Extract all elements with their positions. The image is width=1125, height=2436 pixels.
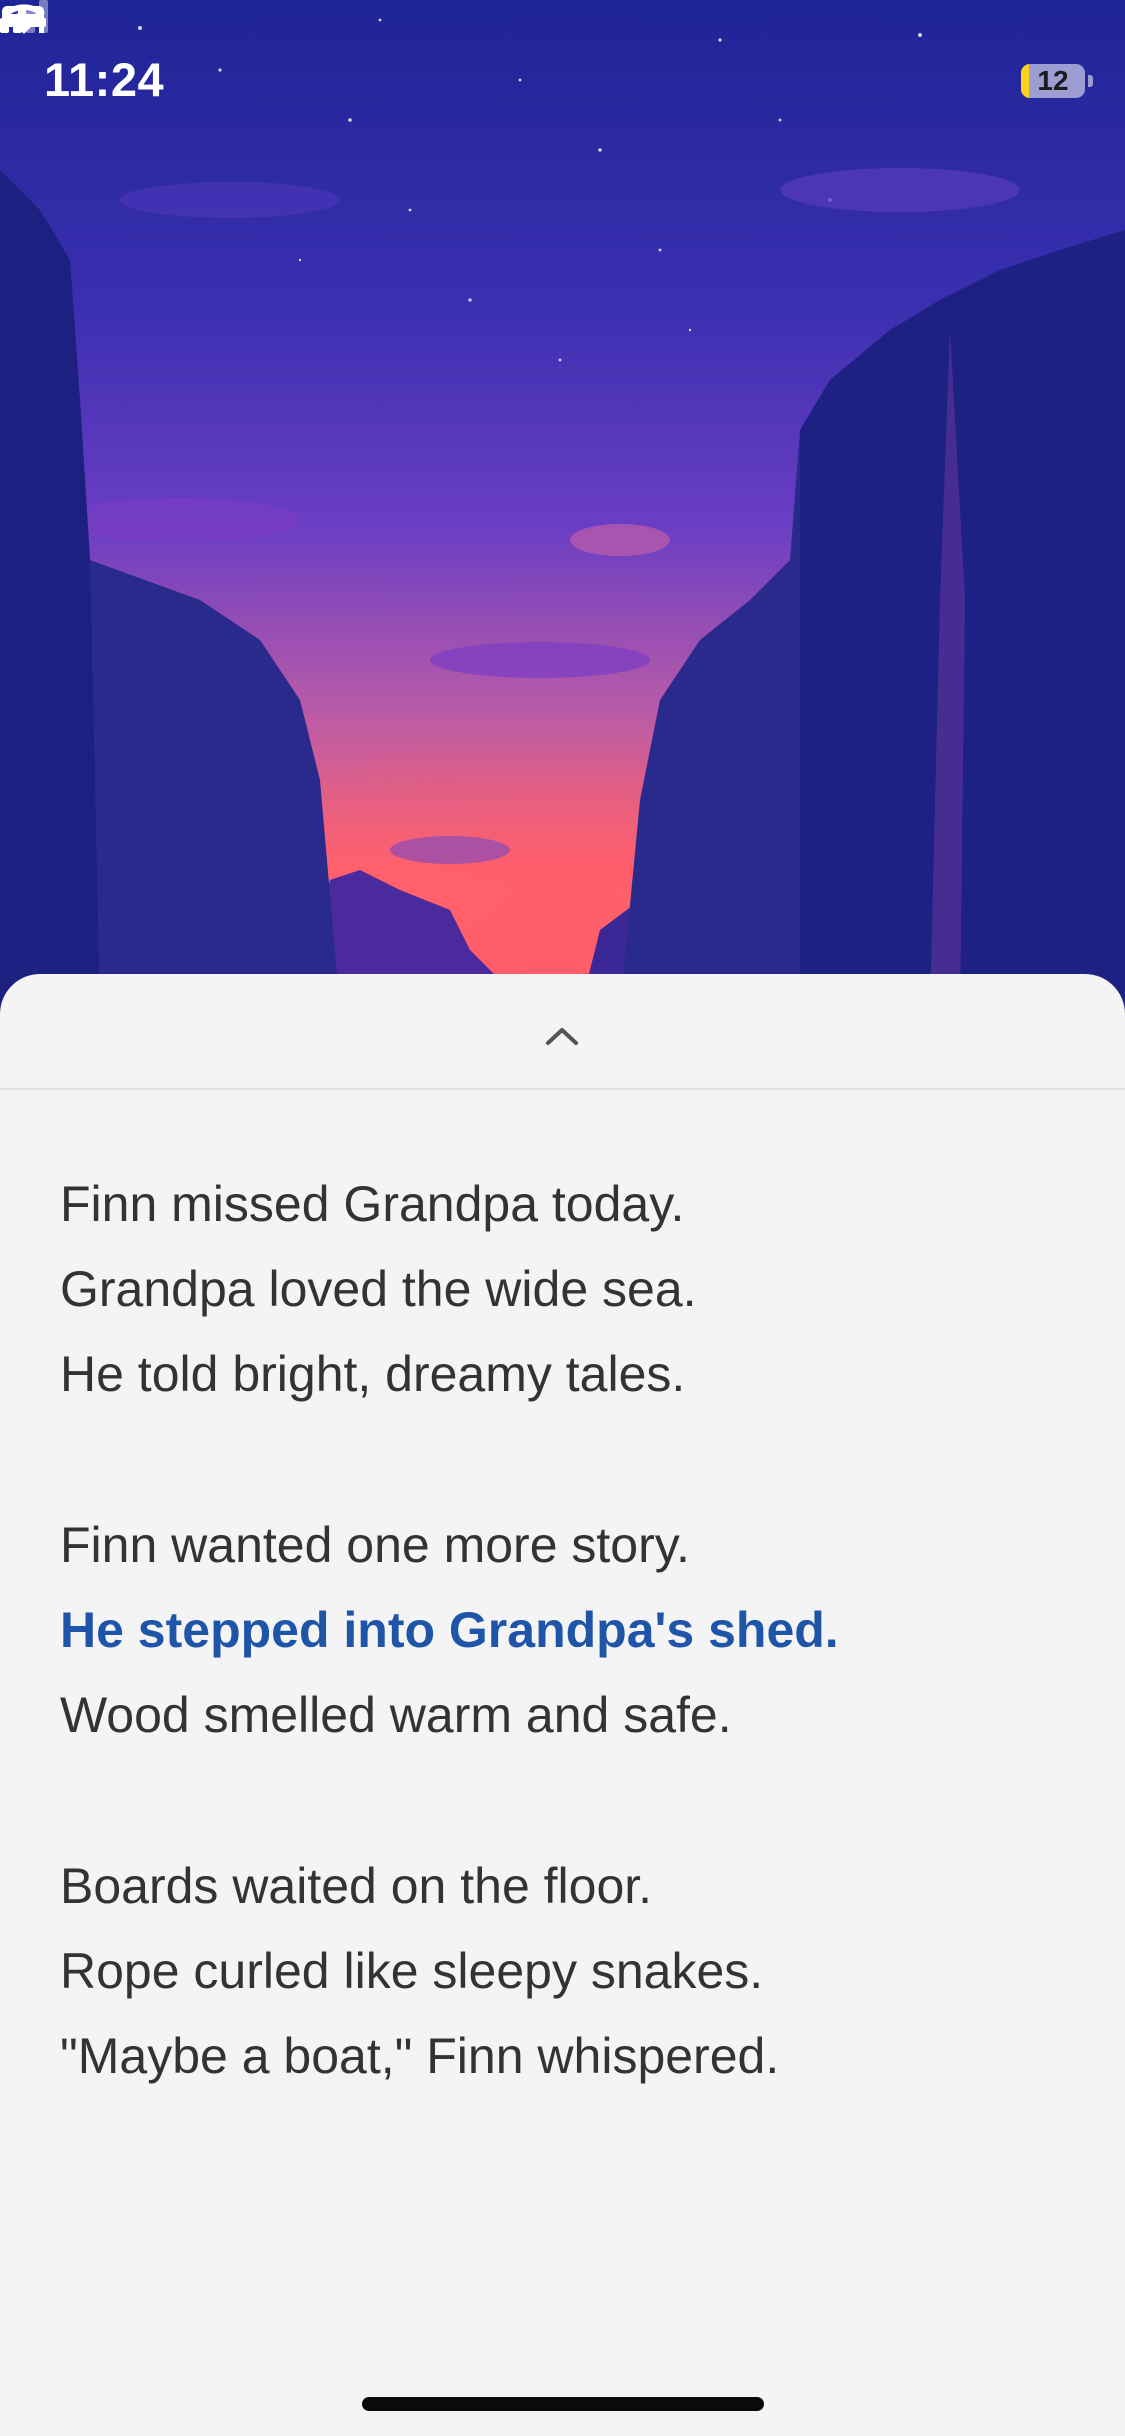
canyon-illustration: [0, 18, 1125, 1010]
story-illustration: 11:24 12: [0, 0, 1125, 1010]
home-indicator[interactable]: [362, 2397, 764, 2411]
story-text-sheet[interactable]: Finn missed Grandpa today. Grandpa loved…: [0, 974, 1125, 2436]
expand-sheet-button[interactable]: [532, 1016, 592, 1056]
sheet-divider: [0, 1088, 1125, 1090]
wifi-icon: [3, 4, 45, 34]
battery-nub: [1088, 75, 1093, 87]
battery-icon: 12: [1021, 64, 1085, 98]
story-line: He told bright, dreamy tales.: [60, 1346, 686, 1402]
story-screen: 11:24 12 Finn missed Grandpa today. Gran…: [0, 0, 1125, 2436]
status-bar: 11:24 12: [0, 0, 1125, 150]
status-time: 11:24: [44, 53, 165, 106]
story-line-current: He stepped into Grandpa's shed.: [60, 1602, 839, 1658]
battery-level-text: 12: [1037, 65, 1069, 96]
story-line: Finn wanted one more story.: [60, 1517, 690, 1573]
story-line: Wood smelled warm and safe.: [60, 1687, 732, 1743]
stanza: Boards waited on the floor. Rope curled …: [60, 1844, 1060, 2099]
stanza: Finn wanted one more story. He stepped i…: [60, 1503, 1060, 1758]
story-line: Boards waited on the floor.: [60, 1858, 653, 1914]
stanza: Finn missed Grandpa today. Grandpa loved…: [60, 1162, 1060, 1417]
story-line: Rope curled like sleepy snakes.: [60, 1943, 764, 1999]
story-line: Grandpa loved the wide sea.: [60, 1261, 697, 1317]
chevron-up-icon: [546, 1028, 578, 1045]
story-line: "Maybe a boat," Finn whispered.: [60, 2028, 780, 2084]
story-text: Finn missed Grandpa today. Grandpa loved…: [60, 1162, 1060, 2185]
story-line: Finn missed Grandpa today.: [60, 1176, 685, 1232]
